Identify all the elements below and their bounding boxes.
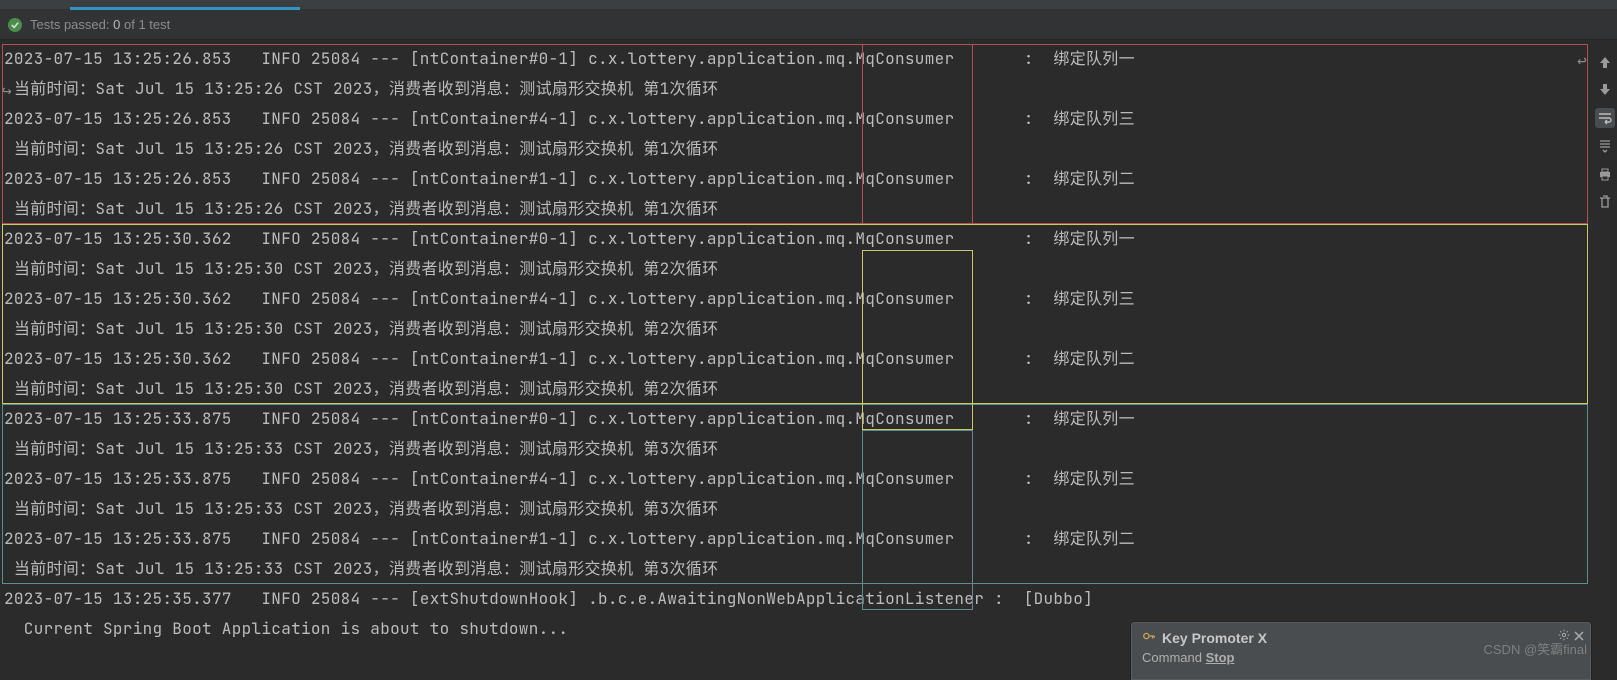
- arrow-up-icon[interactable]: [1595, 52, 1615, 72]
- trash-icon[interactable]: [1595, 192, 1615, 212]
- log-line: 当前时间：Sat Jul 15 13:25:33 CST 2023，消费者收到消…: [4, 434, 1617, 464]
- tests-pass-icon: [8, 18, 22, 32]
- log-line: 当前时间：Sat Jul 15 13:25:26 CST 2023，消费者收到消…: [4, 74, 1617, 104]
- log-line: 2023-07-15 13:25:35.377 INFO 25084 --- […: [4, 584, 1617, 614]
- log-line: 当前时间：Sat Jul 15 13:25:26 CST 2023，消费者收到消…: [4, 134, 1617, 164]
- log-line: 当前时间：Sat Jul 15 13:25:30 CST 2023，消费者收到消…: [4, 374, 1617, 404]
- log-line: 当前时间：Sat Jul 15 13:25:30 CST 2023，消费者收到消…: [4, 254, 1617, 284]
- log-line: 2023-07-15 13:25:26.853 INFO 25084 --- […: [4, 44, 1617, 74]
- soft-wrap-indicator-icon: ↩: [1577, 46, 1587, 76]
- notification-body-bold: Stop: [1206, 650, 1235, 665]
- notification-popup: Key Promoter X Command Stop: [1131, 622, 1591, 680]
- arrow-down-icon[interactable]: [1595, 80, 1615, 100]
- log-line: 当前时间：Sat Jul 15 13:25:30 CST 2023，消费者收到消…: [4, 314, 1617, 344]
- notification-body-prefix: Command: [1142, 650, 1206, 665]
- notification-title: Key Promoter X: [1162, 630, 1267, 646]
- tests-total: 1 test: [138, 17, 170, 32]
- soft-wrap-continue-icon: ↪: [2, 76, 12, 106]
- tests-status-bar: Tests passed: 0 of 1 test: [0, 10, 1617, 40]
- log-line: 当前时间：Sat Jul 15 13:25:26 CST 2023，消费者收到消…: [4, 194, 1617, 224]
- scroll-to-end-icon[interactable]: [1595, 136, 1615, 156]
- tests-of-label: of: [124, 17, 135, 32]
- log-line: 2023-07-15 13:25:33.875 INFO 25084 --- […: [4, 524, 1617, 554]
- log-line: 2023-07-15 13:25:30.362 INFO 25084 --- […: [4, 344, 1617, 374]
- log-line: 2023-07-15 13:25:26.853 INFO 25084 --- […: [4, 104, 1617, 134]
- tests-passed-label: Tests passed:: [30, 17, 110, 32]
- console-output[interactable]: 2023-07-15 13:25:26.853 INFO 25084 --- […: [0, 40, 1617, 644]
- log-line: 当前时间：Sat Jul 15 13:25:33 CST 2023，消费者收到消…: [4, 494, 1617, 524]
- log-line: 2023-07-15 13:25:26.853 INFO 25084 --- […: [4, 164, 1617, 194]
- console-gutter: [1592, 40, 1617, 212]
- key-icon: [1142, 629, 1156, 646]
- log-line: 当前时间：Sat Jul 15 13:25:33 CST 2023，消费者收到消…: [4, 554, 1617, 584]
- gear-icon[interactable]: [1558, 629, 1570, 644]
- log-line: 2023-07-15 13:25:33.875 INFO 25084 --- […: [4, 464, 1617, 494]
- active-tab-indicator: [70, 7, 300, 10]
- close-icon[interactable]: [1574, 629, 1584, 644]
- log-line: 2023-07-15 13:25:30.362 INFO 25084 --- […: [4, 224, 1617, 254]
- tests-passed-count: 0: [113, 17, 120, 32]
- log-line: 2023-07-15 13:25:33.875 INFO 25084 --- […: [4, 404, 1617, 434]
- print-icon[interactable]: [1595, 164, 1615, 184]
- tab-strip: [0, 0, 1617, 10]
- soft-wrap-icon[interactable]: [1595, 108, 1615, 128]
- log-line: 2023-07-15 13:25:30.362 INFO 25084 --- […: [4, 284, 1617, 314]
